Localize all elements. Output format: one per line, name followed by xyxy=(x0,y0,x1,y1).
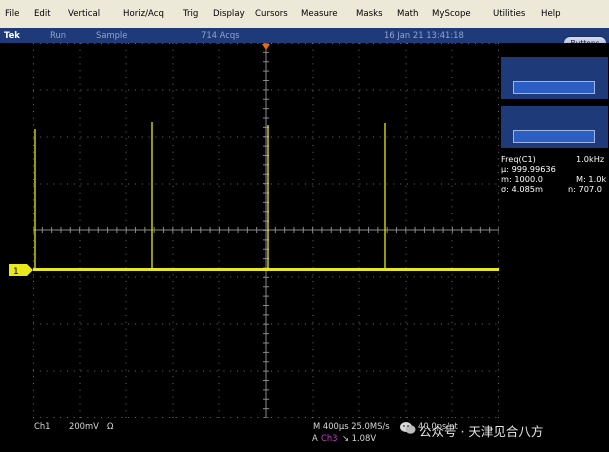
channel-marker-label: 1 xyxy=(13,267,19,277)
date-time: 16 Jan 21 13:41:18 xyxy=(384,30,464,40)
trigger-level[interactable]: ↘ 1.08V xyxy=(342,433,376,443)
measurement-value: 1.0kHz xyxy=(576,154,605,164)
menu-myscope[interactable]: MyScope xyxy=(432,9,471,19)
acquisition-count: 714 Acqs xyxy=(201,30,240,40)
measurement-min: m: 1000.0 xyxy=(501,174,543,184)
waveform-display xyxy=(33,43,499,418)
menu-masks[interactable]: Masks xyxy=(356,9,383,19)
menu-help[interactable]: Help xyxy=(541,9,561,19)
graticule-svg xyxy=(33,43,499,418)
channel-scale[interactable]: 200mV xyxy=(69,421,99,431)
side-panel: Freq(C1) 1.0kHz µ: 999.99636 m: 1000.0 M… xyxy=(500,43,609,418)
trigger-source[interactable]: Ch3 xyxy=(321,433,337,443)
menu-edit[interactable]: Edit xyxy=(34,9,51,19)
menu-bar: File Edit Vertical Horiz/Acq Trig Displa… xyxy=(0,0,609,29)
menu-math[interactable]: Math xyxy=(397,9,419,19)
menu-measure[interactable]: Measure xyxy=(301,9,338,19)
channel-coupling: Ω xyxy=(107,421,114,431)
side-control-2[interactable] xyxy=(501,106,608,148)
channel-label[interactable]: Ch1 xyxy=(34,421,50,431)
measurement-count: n: 707.0 xyxy=(568,184,602,194)
menu-utilities[interactable]: Utilities xyxy=(493,9,525,19)
trigger-prefix: A xyxy=(312,433,318,443)
run-state: Run xyxy=(50,30,67,40)
menu-horiz-acq[interactable]: Horiz/Acq xyxy=(123,9,164,19)
measurement-mean: µ: 999.99636 xyxy=(501,164,556,174)
wechat-icon xyxy=(400,422,416,434)
channel-1-marker[interactable]: 1 xyxy=(9,263,33,277)
acquisition-mode: Sample xyxy=(96,30,128,40)
trigger-position-marker xyxy=(262,44,270,50)
menu-cursors[interactable]: Cursors xyxy=(255,9,288,19)
status-bar: Tek Run Sample 714 Acqs 16 Jan 21 13:41:… xyxy=(0,28,609,43)
measurement-max: M: 1.0k xyxy=(576,174,607,184)
menu-vertical[interactable]: Vertical xyxy=(68,9,100,19)
watermark-text: 公众号 · 天津见合八方 xyxy=(419,424,544,439)
measurement-stdev: σ: 4.085m xyxy=(501,184,543,194)
measurement-title: Freq(C1) xyxy=(501,154,536,164)
side-control-1[interactable] xyxy=(501,57,608,99)
timebase-readout[interactable]: M 400µs 25.0MS/s xyxy=(313,421,390,431)
menu-display[interactable]: Display xyxy=(213,9,245,19)
menu-trig[interactable]: Trig xyxy=(183,9,198,19)
brand-label: Tek xyxy=(4,30,20,40)
menu-file[interactable]: File xyxy=(5,9,19,19)
